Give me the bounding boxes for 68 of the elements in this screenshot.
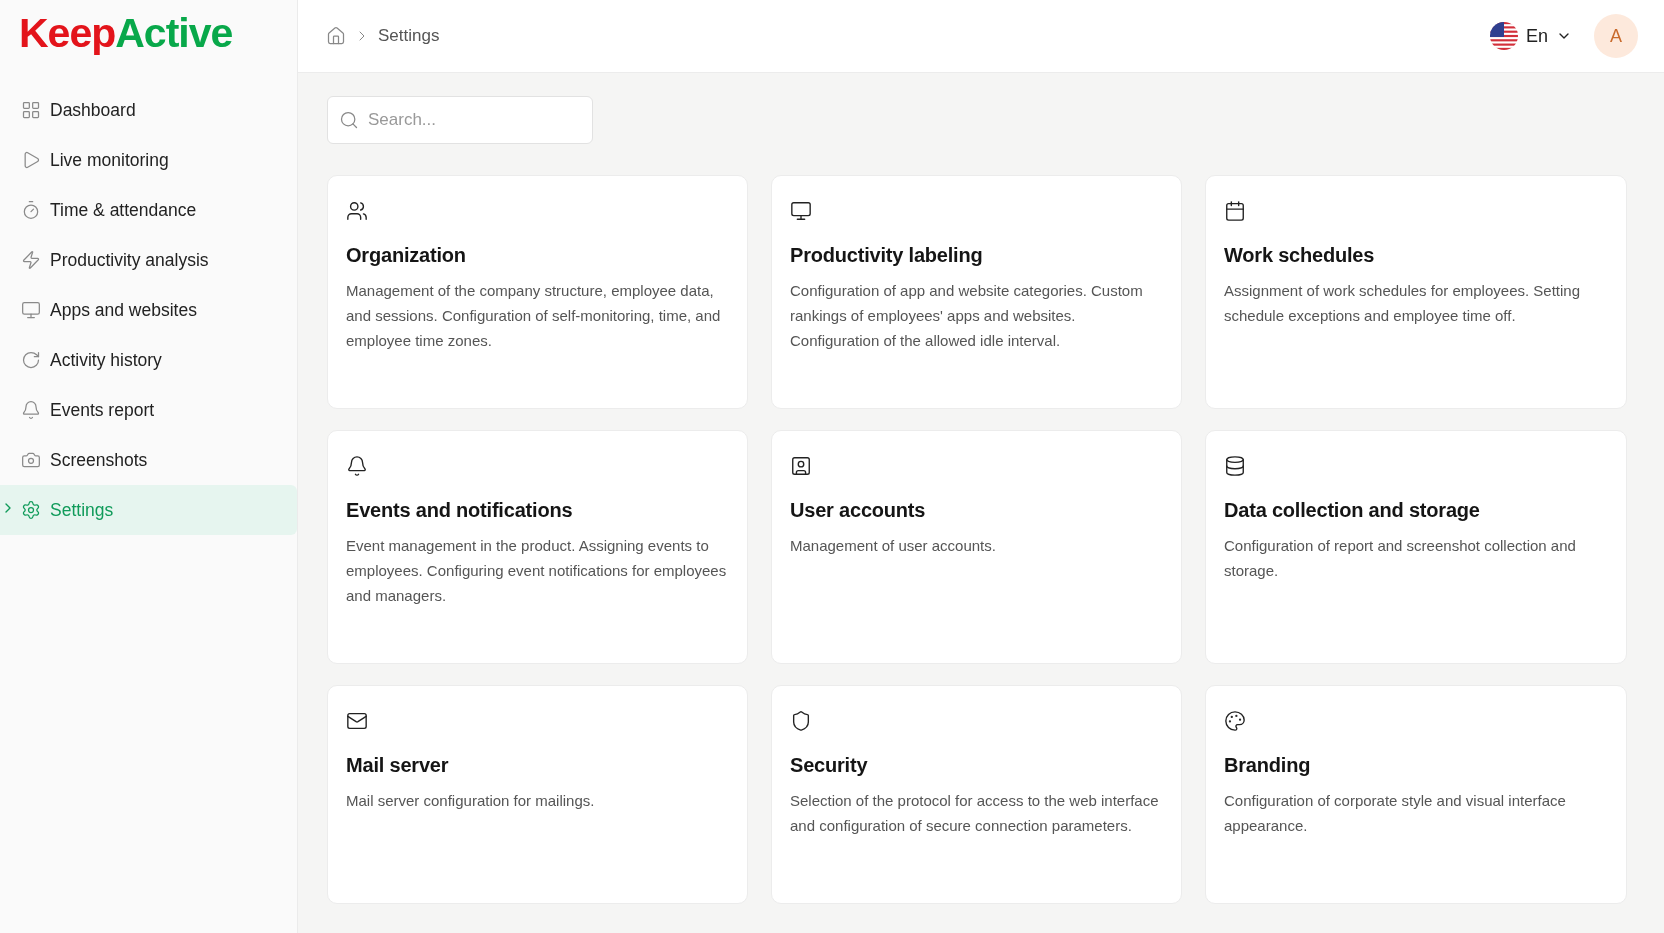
sidebar-item[interactable]: Dashboard bbox=[0, 85, 297, 135]
grid-icon bbox=[21, 100, 41, 120]
bell-icon bbox=[346, 455, 368, 477]
card-title: Branding bbox=[1224, 754, 1312, 777]
sidebar-label: Dashboard bbox=[50, 99, 136, 121]
sidebar-item[interactable]: Events report bbox=[0, 385, 297, 435]
card-description: Mail server configuration for mailings. bbox=[346, 791, 596, 811]
card-title: Security bbox=[790, 754, 869, 777]
card-description: Management of user accounts. bbox=[790, 536, 997, 556]
card-title: Events and notifications bbox=[346, 499, 574, 522]
settings-card[interactable]: Organization Management of the company structure, employee data, and sessions. Configuration of self-monitoring, time, and employee time zones. bbox=[327, 175, 748, 409]
breadcrumb-item: Settings bbox=[378, 26, 440, 46]
shield-icon bbox=[790, 710, 812, 732]
card-description: Configuration of report and screenshot collection and storage. bbox=[1224, 536, 1577, 581]
sidebar-item[interactable]: Activity history bbox=[0, 335, 297, 385]
search-icon bbox=[339, 110, 359, 130]
settings-card[interactable]: Productivity labeling Configuration of app and website categories. Custom rankings of employees' apps and websites. Configuration of the allowed idle interval. bbox=[771, 175, 1182, 409]
sidebar-label: Events report bbox=[50, 399, 155, 421]
calendar-icon bbox=[1224, 200, 1246, 222]
card-description: Selection of the protocol for access to the web interface and configuration of secure connection parameters. bbox=[790, 791, 1160, 836]
card-description: Management of the company structure, employee data, and sessions. Configuration of self-monitoring, time, and employee time zones. bbox=[346, 281, 722, 351]
sidebar-item[interactable]: Time & attendance bbox=[0, 185, 297, 235]
logo: KeepActive bbox=[18, 9, 234, 58]
database-icon bbox=[1224, 455, 1246, 477]
sidebar-label: Apps and websites bbox=[50, 299, 197, 321]
card-title: Organization bbox=[346, 244, 467, 267]
card-title: User accounts bbox=[790, 499, 927, 522]
language-selector[interactable]: En bbox=[1489, 22, 1572, 50]
sidebar-label: Live monitoring bbox=[50, 149, 169, 171]
sidebar-item[interactable]: Live monitoring bbox=[0, 135, 297, 185]
card-title: Work schedules bbox=[1224, 244, 1376, 267]
mail-icon bbox=[346, 710, 368, 732]
card-description: Event management in the product. Assigning events to employees. Configuring event notifications for employees and managers. bbox=[346, 536, 728, 606]
refresh-icon bbox=[21, 350, 41, 370]
monitor-icon bbox=[21, 300, 41, 320]
sidebar-label: Settings bbox=[50, 499, 114, 521]
settings-card[interactable]: Data collection and storage Configuration of report and screenshot collection and storage. bbox=[1205, 430, 1627, 664]
sidebar-item[interactable]: Productivity analysis bbox=[0, 235, 297, 285]
settings-card[interactable]: Mail server Mail server configuration for mailings. bbox=[327, 685, 748, 904]
monitor-icon bbox=[790, 200, 812, 222]
settings-icon bbox=[21, 500, 41, 520]
home-icon[interactable] bbox=[326, 26, 346, 46]
card-description: Assignment of work schedules for employees. Setting schedule exceptions and employee time off. bbox=[1224, 281, 1581, 326]
settings-card[interactable]: Work schedules Assignment of work schedules for employees. Setting schedule exceptions and employee time off. bbox=[1205, 175, 1627, 409]
sidebar-item[interactable]: Apps and websites bbox=[0, 285, 297, 335]
users-icon bbox=[346, 200, 368, 222]
settings-card[interactable]: User accounts Management of user accounts. bbox=[771, 430, 1182, 664]
timer-icon bbox=[21, 200, 41, 220]
card-title: Data collection and storage bbox=[1224, 499, 1481, 522]
contact-card-icon bbox=[790, 455, 812, 477]
search-field[interactable]: Search... bbox=[327, 96, 593, 144]
settings-card[interactable]: Branding Configuration of corporate style and visual interface appearance. bbox=[1205, 685, 1627, 904]
card-description: Configuration of app and website categories. Custom rankings of employees' apps and websites. Configuration of the allowed idle interval. bbox=[790, 281, 1144, 351]
sidebar-label: Time & attendance bbox=[50, 199, 197, 221]
lightning-icon bbox=[21, 250, 41, 270]
sidebar-label: Activity history bbox=[50, 349, 162, 371]
settings-card[interactable]: Security Selection of the protocol for access to the web interface and configuration of secure connection parameters. bbox=[771, 685, 1182, 904]
us-flag-icon bbox=[1489, 22, 1518, 50]
card-title: Mail server bbox=[346, 754, 450, 777]
sidebar-label: Productivity analysis bbox=[50, 249, 209, 271]
card-title: Productivity labeling bbox=[790, 244, 984, 267]
bell-icon bbox=[21, 400, 41, 420]
sidebar-item[interactable]: Screenshots bbox=[0, 435, 297, 485]
palette-icon bbox=[1224, 710, 1246, 732]
sidebar-label: Screenshots bbox=[50, 449, 148, 471]
camera-icon bbox=[21, 450, 41, 470]
settings-card[interactable]: Events and notifications Event management in the product. Assigning events to employees. Configuring event notifications for employees and managers. bbox=[327, 430, 748, 664]
card-description: Configuration of corporate style and visual interface appearance. bbox=[1224, 791, 1567, 836]
